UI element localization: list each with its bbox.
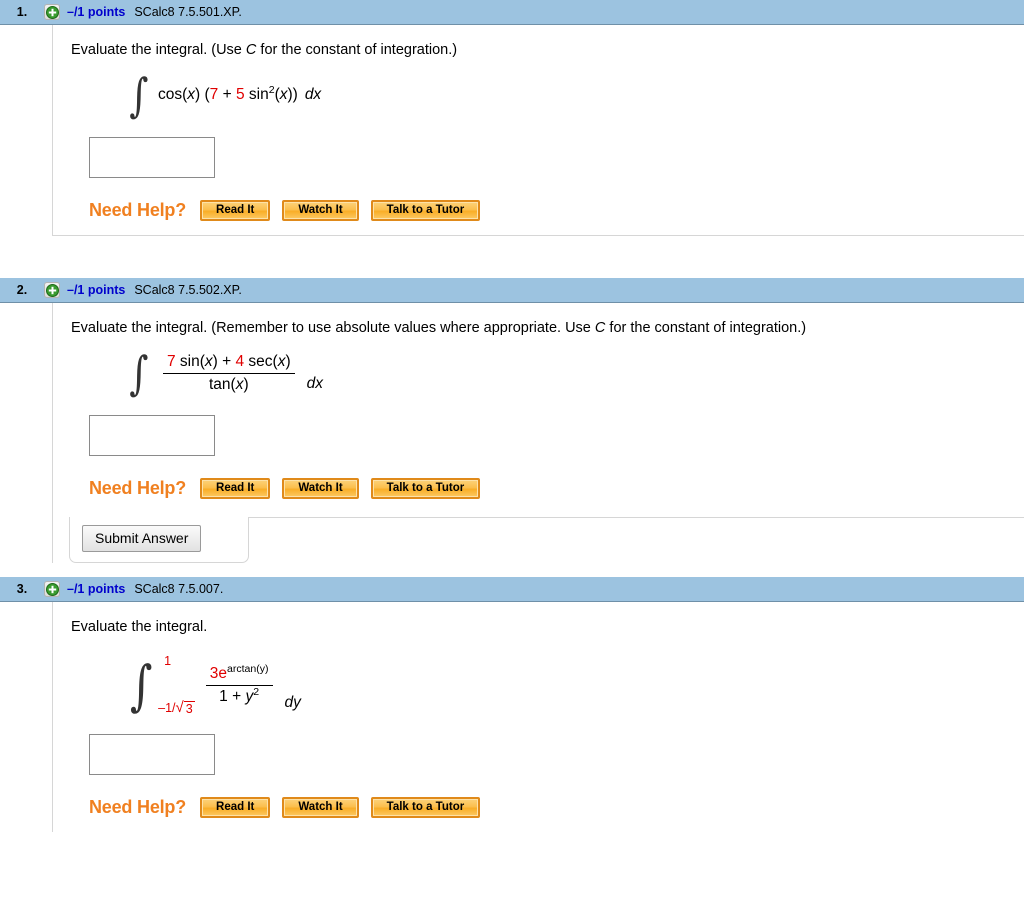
question-code-2: SCalc8 7.5.502.XP. [134,283,242,298]
integrand-1: cos(x) (7 + 5 sin2(x)) [157,85,298,104]
need-help-row-2: Need Help? Read It Watch It Talk to a Tu… [89,478,1024,500]
plus-circle-icon[interactable] [44,581,60,598]
read-it-button-3[interactable]: Read It [200,797,271,819]
denominator-exponent: 2 [253,685,260,698]
integrand-token: sin [244,86,269,104]
need-help-label-1: Need Help? [89,200,187,221]
fraction-3: 3earctan(y) 1 + y2 [205,662,273,706]
radicand-value: 3 [183,701,195,717]
plus-circle-icon[interactable] [44,4,60,20]
fraction-numerator-2: 7 sin(x) + 4 sec(x) [162,352,295,374]
integrand-token: )) [287,86,298,104]
denominator-token: 1 + [219,687,246,705]
radical-glyph: √ [175,699,184,717]
question-body-1: Evaluate the integral. (Use C for the co… [52,25,1024,237]
prompt-text-a-1: Evaluate the integral. (Use [71,42,246,58]
numerator-token: e [218,664,227,682]
numerator-token: x [204,352,213,370]
question-prompt-3: Evaluate the integral. [71,618,1024,636]
question-header-1: 1. –/1 points SCalc8 7.5.501.XP. [0,0,1024,25]
integral-sign-icon: ∫ [129,345,149,400]
fraction-denominator-2: tan(x) [205,374,253,394]
watch-it-button-2[interactable]: Watch It [282,478,359,500]
prompt-text-a-2: Evaluate the integral. (Remember to use … [71,320,595,337]
prompt-text-c-1: for the constant of integration.) [256,42,458,58]
answer-input-1[interactable] [89,137,215,179]
differential-2: dx [306,375,323,393]
section-gap-2 [0,563,1024,578]
integrand-token: 5 [235,86,245,104]
prompt-text-c-2: for the constant of integration.) [605,320,807,337]
section-gap-1 [0,236,1024,279]
integral-expression-2: ∫ 7 sin(x) + 4 sec(x) tan(x) dx [127,349,1024,397]
submit-answer-tab: Submit Answer [69,517,249,564]
question-number-3: 3. [16,582,28,597]
question-header-3: 3. –/1 points SCalc8 7.5.007. [0,577,1024,603]
denominator-token: tan( [208,375,236,393]
integrand-token: + [218,86,236,104]
definite-integral-3: ∫ 1 –1/√ 3 [127,654,195,716]
need-help-label-3: Need Help? [89,797,187,818]
question-body-3: Evaluate the integral. ∫ 1 –1/√ 3 3earcta… [52,602,1024,833]
read-it-button-2[interactable]: Read It [200,478,271,500]
talk-to-a-tutor-button-3[interactable]: Talk to a Tutor [370,797,481,819]
integral-sign-icon: ∫ [129,67,149,122]
numerator-exponent: arctan(y) [226,662,269,675]
talk-to-a-tutor-button-1[interactable]: Talk to a Tutor [370,200,481,222]
question-code-1: SCalc8 7.5.501.XP. [134,5,242,19]
lower-limit-prefix: –1/ [158,701,176,716]
watch-it-button-3[interactable]: Watch It [282,797,359,819]
answer-input-3[interactable] [89,734,215,776]
integral-upper-limit-3: 1 [164,654,172,669]
question-number-1: 1. [16,5,28,19]
read-it-button-1[interactable]: Read It [200,200,271,222]
question-points-1: –/1 points [67,5,126,19]
square-root-icon: √ 3 [176,700,195,716]
numerator-token: sec( [244,352,278,370]
plus-circle-icon[interactable] [44,282,60,299]
fraction-denominator-3: 1 + y2 [215,686,263,706]
fraction-numerator-3: 3earctan(y) [205,662,273,686]
integral-lower-limit-3: –1/√ 3 [158,700,195,716]
integrand-token: cos( [157,86,188,104]
question-prompt-1: Evaluate the integral. (Use C for the co… [71,41,1024,59]
integrand-token: ) ( [195,86,210,104]
denominator-token: ) [243,375,249,393]
prompt-var-c-1: C [245,42,257,58]
differential-3: dy [284,694,301,712]
question-header-2: 2. –/1 points SCalc8 7.5.502.XP. [0,278,1024,304]
prompt-text-a-3: Evaluate the integral. [71,619,208,636]
watch-it-button-1[interactable]: Watch It [282,200,359,222]
fraction-2: 7 sin(x) + 4 sec(x) tan(x) [162,352,295,394]
question-body-2: Evaluate the integral. (Remember to use … [52,303,1024,564]
question-points-3: –/1 points [67,582,126,597]
integral-expression-1: ∫ cos(x) (7 + 5 sin2(x)) dx [127,71,1024,119]
need-help-row-3: Need Help? Read It Watch It Talk to a Tu… [89,797,1024,819]
question-points-2: –/1 points [67,283,126,298]
numerator-token: 4 [235,352,245,370]
numerator-token: sin( [175,352,205,370]
numerator-token: ) + [212,352,236,370]
integral-expression-3: ∫ 1 –1/√ 3 3earctan(y) 1 + y2 dy [127,654,1024,716]
submit-answer-button[interactable]: Submit Answer [82,525,202,553]
question-code-3: SCalc8 7.5.007. [134,582,224,597]
answer-input-2[interactable] [89,415,215,457]
integrand-token: x [187,86,196,104]
question-number-2: 2. [16,283,28,298]
integral-limits-3: 1 –1/√ 3 [158,654,195,716]
integral-sign-icon: ∫ [129,653,153,717]
integrand-token: 7 [209,86,219,104]
prompt-var-c-2: C [594,320,606,337]
question-prompt-2: Evaluate the integral. (Remember to use … [71,319,1024,337]
numerator-token: ) [285,352,291,370]
numerator-token: 7 [166,352,176,370]
submit-answer-row-2: Submit Answer [53,517,1024,564]
need-help-row-1: Need Help? Read It Watch It Talk to a Tu… [89,200,1024,222]
need-help-label-2: Need Help? [89,478,187,499]
differential-1: dx [304,86,322,104]
talk-to-a-tutor-button-2[interactable]: Talk to a Tutor [370,478,481,500]
submit-divider [249,517,1024,519]
